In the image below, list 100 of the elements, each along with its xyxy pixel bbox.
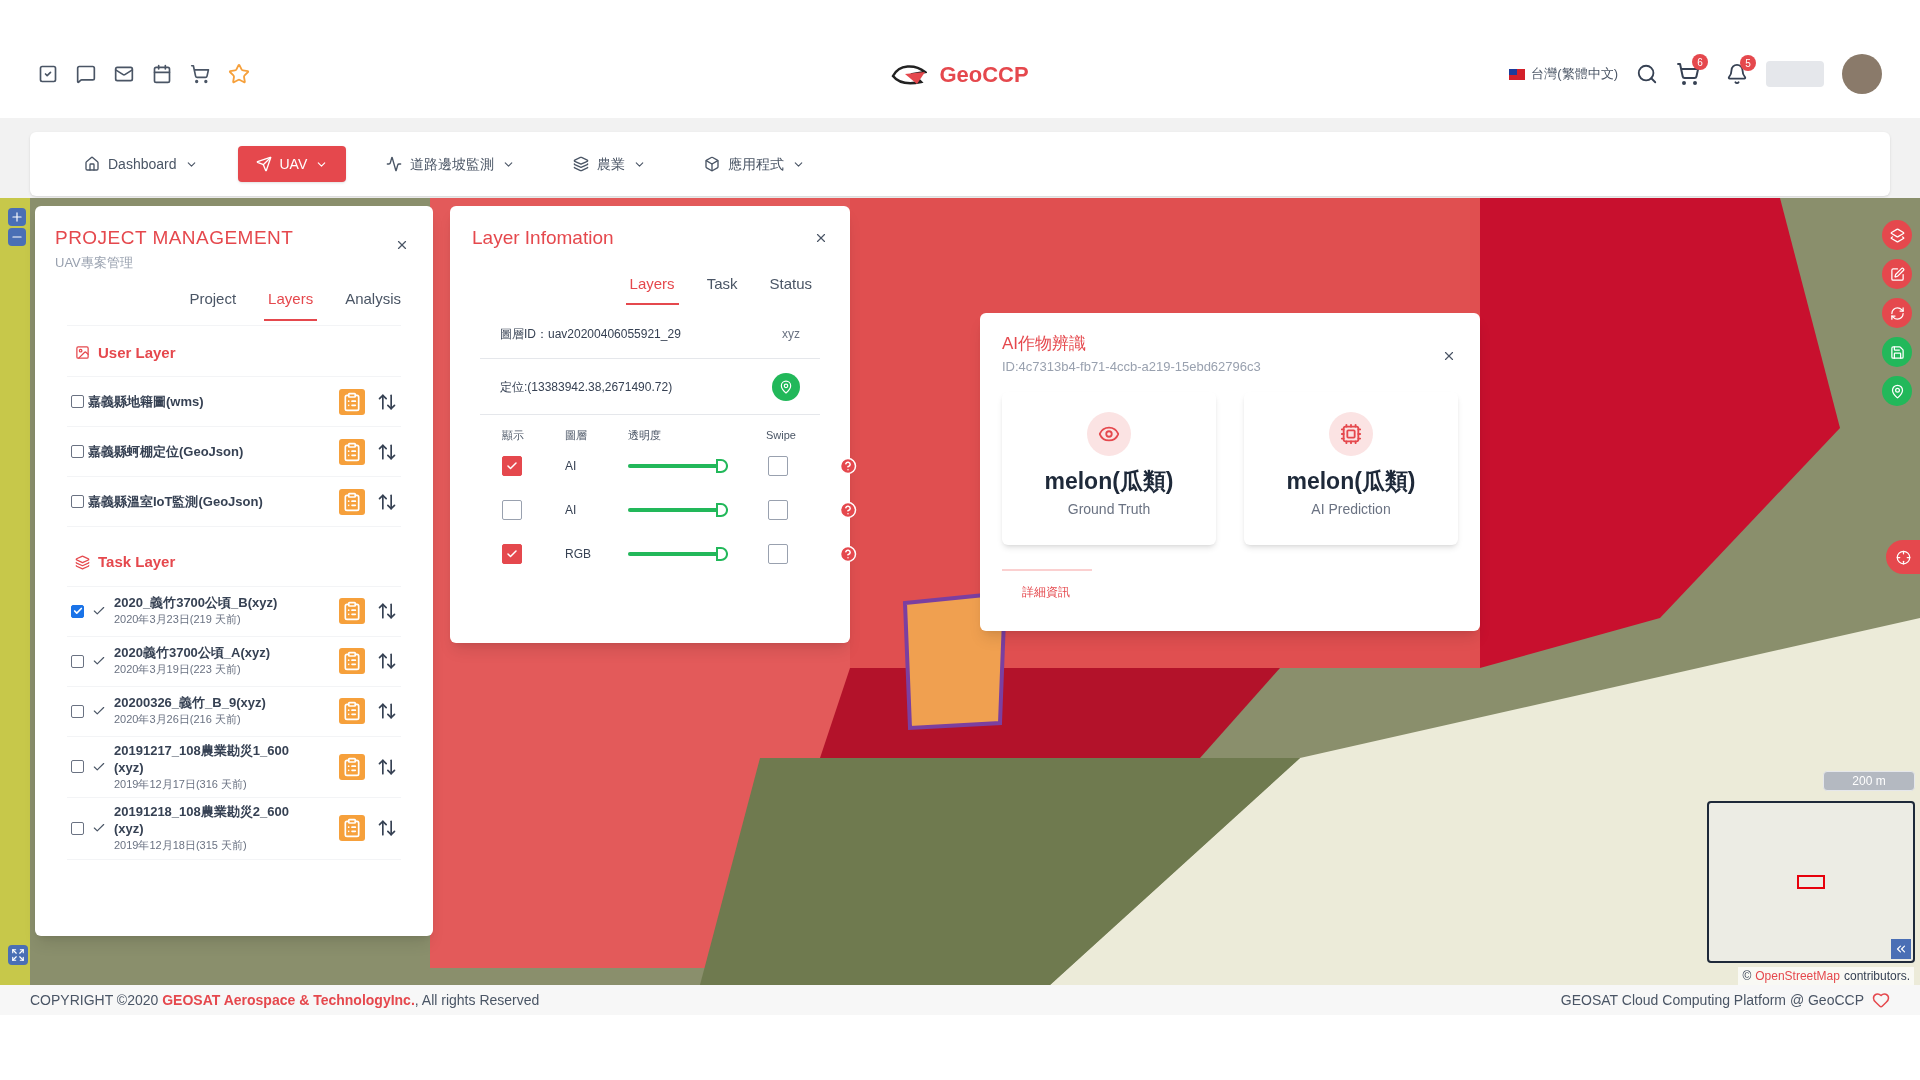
- task-name: 20191217_108農業勘災1_600(xyz): [114, 741, 289, 776]
- taiwan-flag-icon: [1509, 68, 1526, 80]
- sort-arrows-icon[interactable]: [377, 601, 397, 621]
- section-title: User Layer: [98, 342, 176, 363]
- layer-name: AI: [565, 501, 578, 519]
- crop-value: melon(瓜類): [1044, 467, 1174, 496]
- check-icon: [92, 704, 106, 718]
- nav-item[interactable]: 應用程式: [686, 146, 824, 182]
- toolbar-icon[interactable]: [152, 64, 172, 84]
- tab[interactable]: Layers: [264, 288, 318, 321]
- clipboard-icon[interactable]: [339, 598, 365, 624]
- panel-title: PROJECT MANAGEMENT: [55, 226, 294, 250]
- task-date: 2019年12月18日(315 天前): [114, 838, 248, 853]
- nav-item[interactable]: 道路邊坡監測: [368, 146, 534, 182]
- column-header: 顯示: [502, 428, 525, 443]
- swipe-checkbox[interactable]: [768, 499, 788, 520]
- column-header: 透明度: [628, 428, 662, 443]
- refresh-icon: [1889, 305, 1905, 321]
- close-icon[interactable]: [395, 238, 409, 252]
- checkbox[interactable]: [71, 704, 84, 718]
- tab[interactable]: Layers: [625, 272, 679, 305]
- task-date: 2020年3月26日(216 天前): [114, 712, 242, 728]
- slider-thumb[interactable]: [716, 458, 728, 473]
- clipboard-icon[interactable]: [339, 438, 365, 465]
- checkbox[interactable]: [71, 604, 84, 618]
- slider-thumb[interactable]: [716, 546, 728, 561]
- clipboard-icon[interactable]: [339, 388, 365, 415]
- check-icon: [506, 459, 518, 472]
- zoom-out-icon[interactable]: [8, 228, 26, 246]
- crop-label: AI Prediction: [1311, 499, 1391, 519]
- search-icon[interactable]: [1636, 63, 1658, 85]
- clipboard-icon[interactable]: [339, 648, 365, 674]
- column-header: 圖層: [565, 428, 588, 443]
- toolbar-icon[interactable]: [38, 64, 58, 84]
- clipboard-icon[interactable]: [339, 698, 365, 724]
- help-icon[interactable]: [839, 456, 857, 475]
- swipe-checkbox[interactable]: [768, 543, 788, 564]
- tab[interactable]: Project: [185, 288, 241, 321]
- box-icon: [704, 156, 721, 172]
- layer-name: AI: [565, 457, 578, 475]
- openstreetmap-link[interactable]: OpenStreetMap: [1755, 967, 1840, 985]
- fullscreen-icon[interactable]: [8, 945, 28, 965]
- checkbox[interactable]: [71, 495, 84, 508]
- close-icon[interactable]: [1442, 349, 1456, 363]
- visibility-checkbox[interactable]: [502, 455, 522, 476]
- toolbar-icon[interactable]: [114, 64, 134, 84]
- tab[interactable]: Analysis: [341, 288, 405, 321]
- opacity-slider[interactable]: [628, 458, 728, 473]
- image-icon: [75, 345, 90, 361]
- tab[interactable]: 詳細資訊: [1022, 583, 1070, 601]
- check-icon: [72, 606, 83, 616]
- star-icon[interactable]: [228, 63, 250, 85]
- checkbox[interactable]: [71, 654, 84, 668]
- avatar[interactable]: [1842, 54, 1882, 94]
- language-selector[interactable]: 台灣(繁體中文): [1531, 64, 1618, 84]
- chip-icon: [1340, 423, 1362, 445]
- toolbar-icon[interactable]: [76, 64, 96, 84]
- clipboard-icon[interactable]: [339, 488, 365, 515]
- opacity-slider[interactable]: [628, 546, 728, 561]
- save-icon: [1889, 344, 1905, 360]
- column-header: Swipe: [766, 428, 797, 443]
- clipboard-icon[interactable]: [339, 815, 365, 842]
- check-icon: [506, 547, 518, 560]
- nav-item[interactable]: 農業: [555, 146, 665, 182]
- slider-thumb[interactable]: [716, 502, 728, 517]
- checkbox[interactable]: [71, 445, 84, 458]
- visibility-checkbox[interactable]: [502, 543, 522, 564]
- chevrons-icon: [1894, 942, 1908, 956]
- tab[interactable]: Status: [765, 272, 816, 305]
- layer-name: RGB: [565, 545, 592, 563]
- checkbox[interactable]: [71, 395, 84, 408]
- clipboard-icon[interactable]: [339, 753, 365, 780]
- help-icon[interactable]: [839, 544, 857, 563]
- nav-item[interactable]: Dashboard: [66, 146, 216, 182]
- attribution-text: contributors.: [1843, 968, 1910, 985]
- visibility-checkbox[interactable]: [502, 499, 522, 520]
- tab[interactable]: Task: [702, 272, 742, 305]
- opacity-slider[interactable]: [628, 502, 728, 517]
- nav-item[interactable]: UAV: [237, 146, 347, 182]
- send-icon: [255, 156, 272, 172]
- layer-id: 圖層ID：uav20200406055921_29: [500, 325, 681, 343]
- swipe-checkbox[interactable]: [768, 455, 788, 476]
- platform-text: GEOSAT Cloud Computing Platform @ GeoCCP: [1560, 990, 1864, 1010]
- count-badge: 5: [1740, 55, 1756, 71]
- sort-arrows-icon[interactable]: [377, 651, 397, 671]
- task-date: 2020年3月23日(219 天前): [114, 612, 242, 628]
- toolbar-icon[interactable]: [190, 64, 210, 84]
- sort-arrows-icon[interactable]: [377, 701, 397, 721]
- collapse-button[interactable]: [1891, 939, 1911, 959]
- location-coordinates: 定位:(13383942.38,2671490.72): [500, 378, 673, 396]
- locate-button[interactable]: [772, 372, 800, 401]
- activity-icon: [386, 156, 403, 172]
- help-icon[interactable]: [839, 500, 857, 519]
- checkbox[interactable]: [71, 760, 84, 774]
- checkbox[interactable]: [71, 821, 84, 835]
- crop-label: Ground Truth: [1067, 499, 1151, 519]
- panel-subtitle: UAV專案管理: [55, 253, 134, 272]
- task-name: 2020_義竹3700公頃_B(xyz): [114, 594, 279, 612]
- map-tool-button[interactable]: [1886, 540, 1920, 574]
- zoom-in-icon[interactable]: [8, 208, 26, 226]
